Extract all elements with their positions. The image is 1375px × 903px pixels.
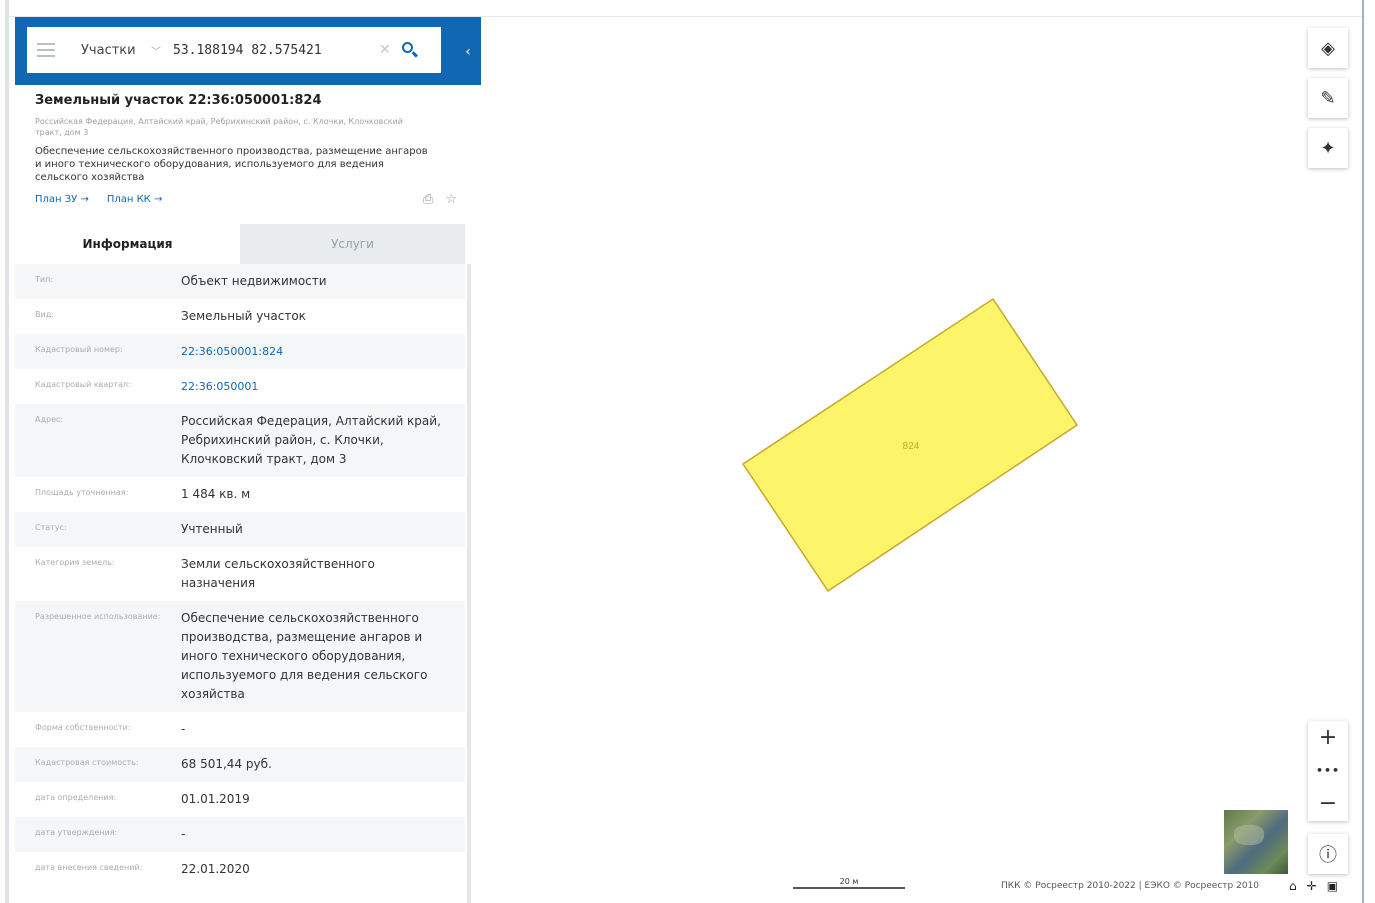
info-label: Тип: xyxy=(35,275,54,284)
plan-kk-link[interactable]: План КК → xyxy=(107,194,163,205)
info-label: Статус: xyxy=(35,523,67,532)
info-label: Площадь уточненная: xyxy=(35,488,129,497)
scale-bar: 20 м xyxy=(793,877,905,889)
info-row: дата утверждения: - xyxy=(15,817,465,852)
info-value: 68 501,44 руб. xyxy=(181,757,272,771)
star-icon[interactable]: ☆ xyxy=(445,192,457,207)
scale-line xyxy=(793,887,905,889)
search-icon[interactable] xyxy=(401,41,419,59)
window-top-bar xyxy=(8,0,1367,17)
info-value: Обеспечение сельскохозяйственного произв… xyxy=(181,611,428,701)
info-label: дата определения: xyxy=(35,793,117,802)
info-row: Кадастровый квартал: 22:36:050001 xyxy=(15,369,465,404)
zoom-out-button[interactable]: − xyxy=(1319,793,1337,815)
info-row: Разрешенное использование: Обеспечение с… xyxy=(15,601,465,712)
menu-icon[interactable] xyxy=(37,43,55,57)
object-title: Земельный участок 22:36:050001:824 xyxy=(35,93,322,108)
object-header: Земельный участок 22:36:050001:824 Росси… xyxy=(35,93,465,207)
object-links: План ЗУ → План КК → ⎙ ☆ xyxy=(35,192,465,207)
info-label: Вид: xyxy=(35,310,54,319)
layers-icon[interactable]: ◈ xyxy=(1308,28,1348,68)
info-row: Кадастровый номер: 22:36:050001:824 xyxy=(15,334,465,369)
plan-zu-link[interactable]: План ЗУ → xyxy=(35,194,89,205)
info-label: Кадастровый номер: xyxy=(35,345,123,354)
parcel-label: 824 xyxy=(903,441,920,452)
cadastral-quarter-link[interactable]: 22:36:050001 xyxy=(181,377,451,396)
layer-select[interactable]: Участки xyxy=(81,43,151,58)
info-label: Разрешенное использование: xyxy=(35,612,161,621)
print-icon[interactable]: ⎙ xyxy=(423,192,433,207)
info-value: 22.01.2020 xyxy=(181,862,250,876)
basemap-thumbnail[interactable] xyxy=(1224,810,1288,874)
info-row: дата определения: 01.01.2019 xyxy=(15,782,465,817)
object-actions: ⎙ ☆ xyxy=(423,192,457,207)
parcel-layer: 824 xyxy=(741,297,1079,593)
window-right-edge xyxy=(1362,0,1371,903)
info-value: Учтенный xyxy=(181,522,243,536)
cadastral-number-link[interactable]: 22:36:050001:824 xyxy=(181,342,451,361)
info-icon[interactable]: ⓘ xyxy=(1308,834,1348,874)
search-box: Участки ﹀ ✕ xyxy=(27,27,441,73)
info-label: Адрес: xyxy=(35,415,64,424)
info-label: Форма собственности: xyxy=(35,723,131,732)
info-value: Российская Федерация, Алтайский край, Ре… xyxy=(181,414,441,466)
info-row: Форма собственности: - xyxy=(15,712,465,747)
home-icon[interactable]: ⌂ xyxy=(1289,879,1297,893)
info-row: Площадь уточненная: 1 484 кв. м xyxy=(15,477,465,512)
info-row: Кадастровая стоимость: 68 501,44 руб. xyxy=(15,747,465,782)
map-attribution: ПКК © Росреестр 2010-2022 | ЕЭКО © Росре… xyxy=(1001,881,1260,891)
info-row: Вид: Земельный участок xyxy=(15,299,465,334)
zoom-in-button[interactable]: + xyxy=(1319,727,1337,749)
collapse-panel-icon[interactable]: ‹ xyxy=(455,39,481,65)
more-icon[interactable]: ••• xyxy=(1316,760,1340,782)
close-icon[interactable]: ✕ xyxy=(379,42,391,58)
info-value: Земли сельскохозяйственного назначения xyxy=(181,557,375,590)
info-label: Категория земель: xyxy=(35,558,115,567)
info-row: Адрес: Российская Федерация, Алтайский к… xyxy=(15,404,465,477)
zoom-controls: + ••• − xyxy=(1308,721,1348,821)
info-label: Кадастровый квартал: xyxy=(35,380,131,389)
info-label: дата внесения сведений: xyxy=(35,863,143,872)
tab-information[interactable]: Информация xyxy=(15,224,240,264)
bottom-icons: ⌂ ✛ ▣ xyxy=(1289,879,1338,893)
crosshair-icon[interactable]: ✛ xyxy=(1307,879,1317,893)
tab-services[interactable]: Услуги xyxy=(240,224,465,264)
info-value: Объект недвижимости xyxy=(181,274,327,288)
sidebar-scrollbar[interactable] xyxy=(467,264,471,903)
info-label: дата утверждения: xyxy=(35,828,118,837)
window-left-edge xyxy=(5,0,9,903)
info-value: - xyxy=(181,722,186,736)
ruler-icon[interactable]: ✎ xyxy=(1308,78,1348,118)
scale-label: 20 м xyxy=(839,877,859,886)
search-panel: Участки ﹀ ✕ ‹ xyxy=(15,17,481,85)
info-row: Статус: Учтенный xyxy=(15,512,465,547)
chevron-down-icon[interactable]: ﹀ xyxy=(151,43,161,58)
info-table: Тип: Объект недвижимости Вид: Земельный … xyxy=(15,264,465,887)
info-sidebar: Участки ﹀ ✕ ‹ Земельный участок 22:36:05… xyxy=(15,17,481,903)
info-value: - xyxy=(181,827,186,841)
info-label: Кадастровая стоимость: xyxy=(35,758,139,767)
info-row: дата внесения сведений: 22.01.2020 xyxy=(15,852,465,887)
info-value: 1 484 кв. м xyxy=(181,487,251,501)
object-address: Российская Федерация, Алтайский край, Ре… xyxy=(35,117,403,137)
info-row: Тип: Объект недвижимости xyxy=(15,264,465,299)
info-value: Земельный участок xyxy=(181,309,306,323)
locate-icon[interactable]: ✦ xyxy=(1308,128,1348,168)
object-description: Обеспечение сельскохозяйственного произв… xyxy=(35,146,428,183)
info-row: Категория земель: Земли сельскохозяйстве… xyxy=(15,547,465,601)
fullscreen-icon[interactable]: ▣ xyxy=(1327,879,1338,893)
search-input[interactable] xyxy=(173,42,373,58)
tabs: Информация Услуги xyxy=(15,224,465,264)
map-canvas[interactable]: 824 ◈ ✎ ✦ + ••• − ⓘ 20 м ПКК © Росреестр… xyxy=(481,17,1361,903)
info-value: 01.01.2019 xyxy=(181,792,250,806)
